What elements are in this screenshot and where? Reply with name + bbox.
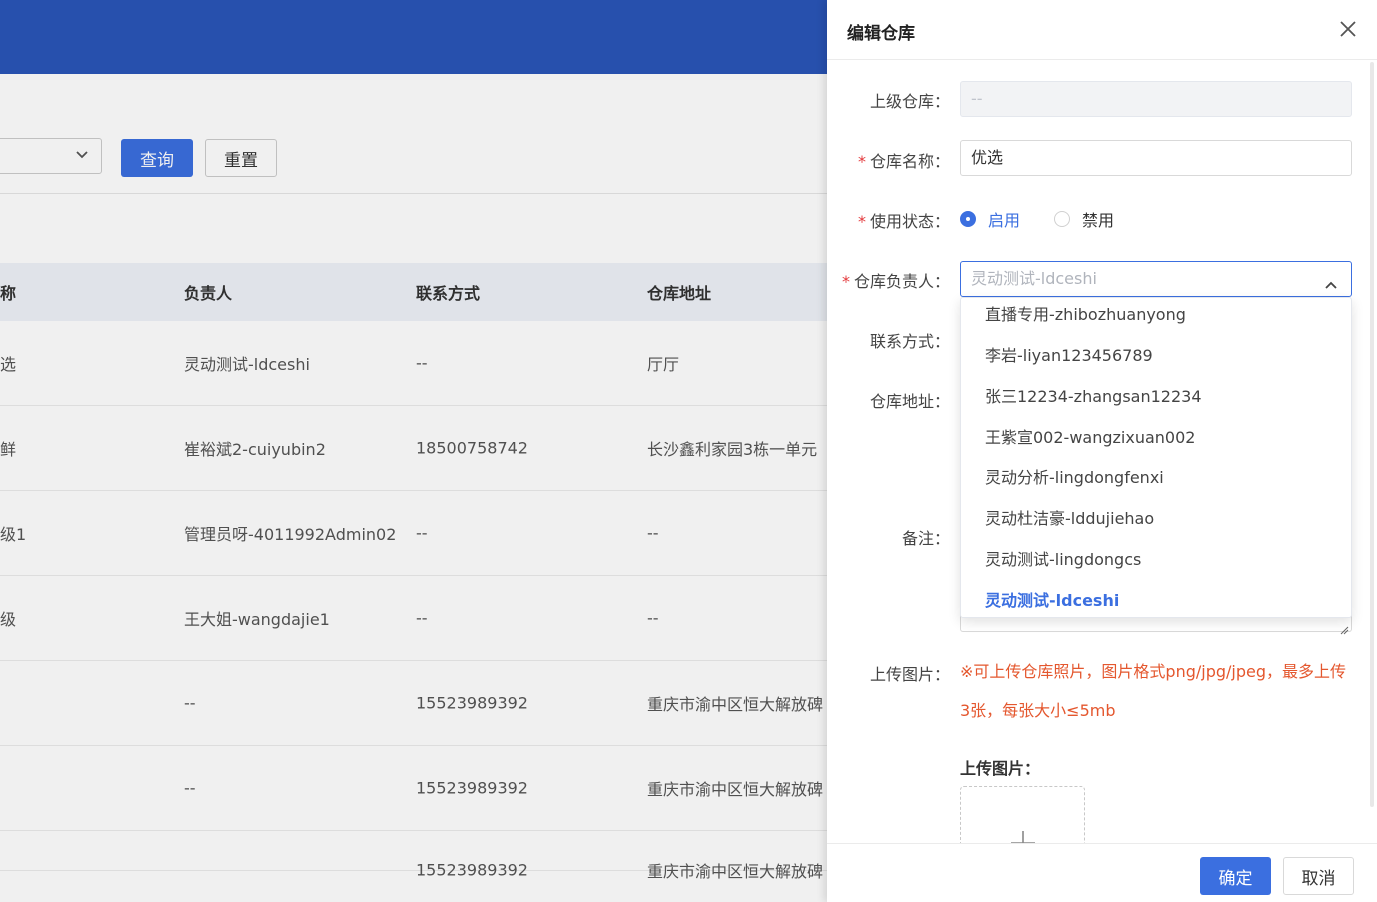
edit-warehouse-drawer: 编辑仓库 上级仓库： -- * 仓库名称： 优选 * 使用状态： 启用 禁用 * 仓库… (827, 0, 1377, 902)
upload-hint: ※可上传仓库照片，图片格式png/jpg/jpeg，最多上传3张，每张大小≤5m… (960, 662, 1347, 720)
upload-label: 上传图片： (869, 665, 950, 684)
confirm-button[interactable]: 确定 (1200, 857, 1271, 895)
drawer-title: 编辑仓库 (847, 24, 915, 44)
warehouse-name-label: * 仓库名称： (857, 152, 950, 171)
status-enabled-radio[interactable]: 启用 (960, 207, 1020, 231)
radio-unchecked-icon (1054, 211, 1071, 227)
resize-grip-icon[interactable] (1340, 620, 1349, 635)
scrollbar[interactable] (1370, 62, 1374, 807)
dropdown-option[interactable]: 直播专用-zhibozhuanyong (985, 301, 1186, 325)
parent-warehouse-input: -- (960, 81, 1352, 117)
manager-label: * 仓库负责人： (841, 272, 950, 291)
dropdown-option[interactable]: 张三12234-zhangsan12234 (985, 383, 1202, 407)
dropdown-option[interactable]: 灵动测试-lingdongcs (985, 546, 1141, 570)
parent-warehouse-label: 上级仓库： (869, 92, 950, 111)
cancel-button[interactable]: 取消 (1283, 857, 1354, 895)
dropdown-option[interactable]: 灵动杜洁豪-lddujiehao (985, 505, 1154, 529)
status-disabled-radio[interactable]: 禁用 (1054, 207, 1114, 231)
manager-select[interactable]: 灵动测试-ldceshi (960, 261, 1352, 297)
dropdown-option-selected[interactable]: 灵动测试-ldceshi (985, 587, 1119, 611)
drawer-footer: 确定 取消 (827, 843, 1377, 902)
upload-title: 上传图片： (960, 759, 1041, 778)
dropdown-option[interactable]: 王紫宣002-wangzixuan002 (985, 424, 1195, 448)
warehouse-name-input[interactable]: 优选 (960, 140, 1352, 176)
modal-mask[interactable] (0, 0, 827, 902)
manager-select-value: 灵动测试-ldceshi (971, 269, 1097, 288)
chevron-up-icon (1323, 271, 1339, 289)
dropdown-option[interactable]: 李岩-liyan123456789 (985, 342, 1153, 366)
dropdown-option[interactable]: 灵动分析-lingdongfenxi (985, 464, 1164, 488)
remark-label: 备注： (901, 529, 950, 548)
radio-checked-icon (960, 211, 976, 227)
drawer-header: 编辑仓库 (827, 0, 1377, 60)
manager-dropdown: 直播专用-zhibozhuanyong 李岩-liyan123456789 张三… (960, 297, 1352, 618)
close-icon[interactable] (1337, 18, 1359, 40)
address-label: 仓库地址： (869, 392, 950, 411)
status-label: * 使用状态： (857, 212, 950, 231)
status-disabled-label: 禁用 (1082, 211, 1115, 230)
status-enabled-label: 启用 (988, 211, 1021, 230)
contact-label: 联系方式： (869, 332, 950, 351)
status-radio-group: 启用 禁用 (960, 207, 1148, 231)
